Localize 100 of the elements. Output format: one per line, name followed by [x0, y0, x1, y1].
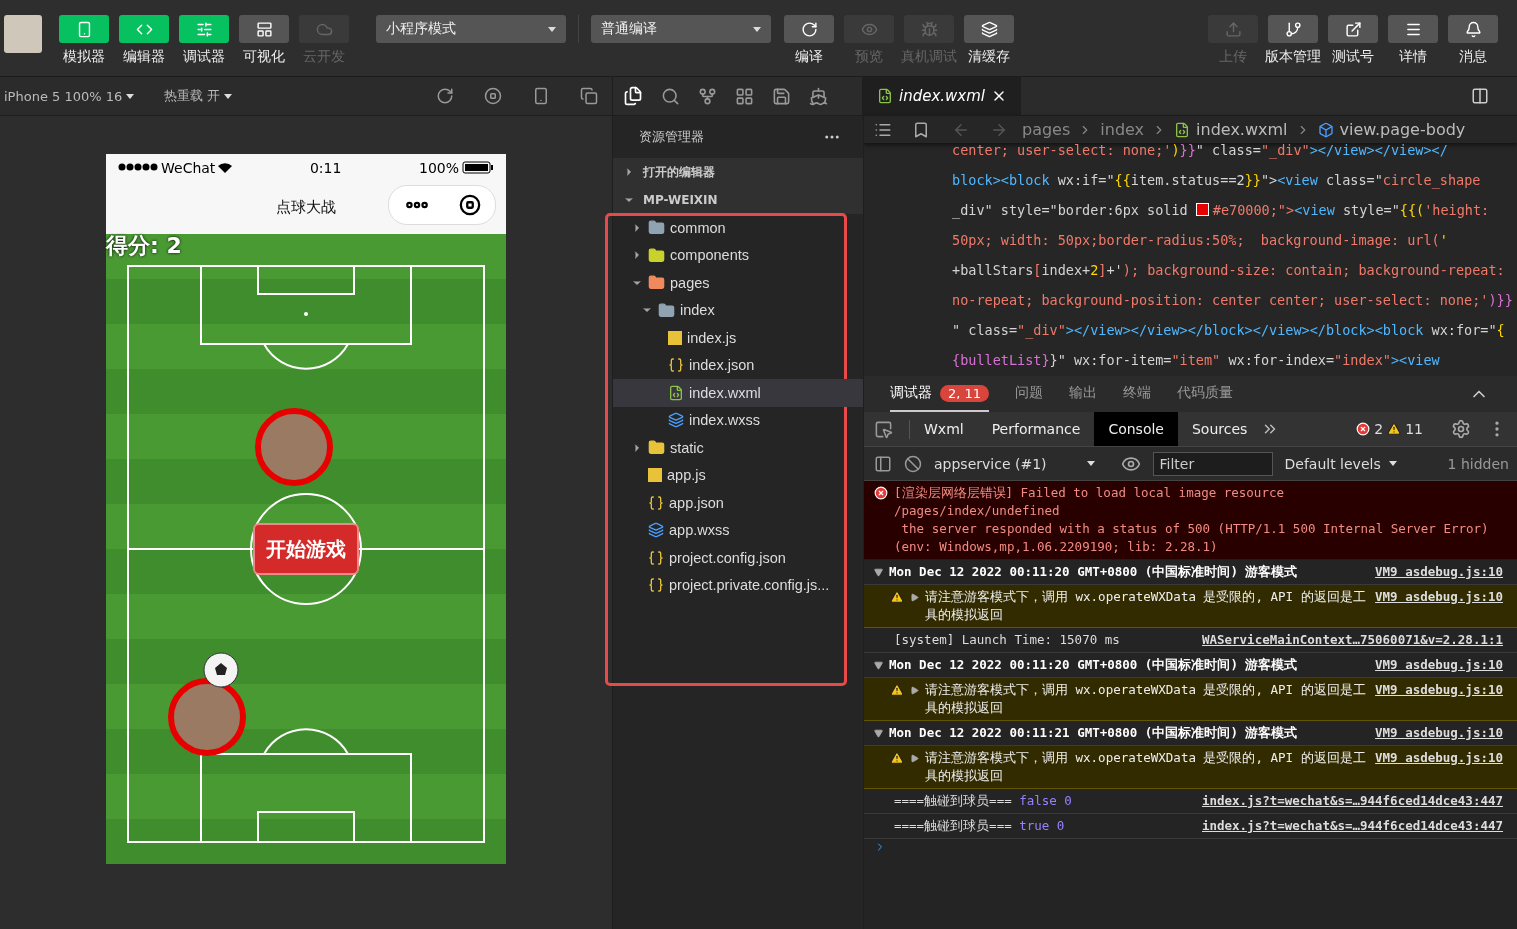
view-toggle-button[interactable]: 模拟器: [54, 15, 114, 66]
breadcrumb-item[interactable]: pages: [1022, 120, 1071, 139]
tree-item[interactable]: common: [613, 214, 863, 242]
source-link[interactable]: VM9 asdebug.js:10: [1375, 563, 1503, 581]
warning-icon: [1387, 422, 1402, 436]
toolbar-button[interactable]: 编译: [779, 15, 839, 66]
warning-icon: [890, 590, 904, 604]
code-line: " class="_div"></view></view></block></view></block><block wx:for="{: [952, 321, 1506, 341]
code-line: +ballStars[index+2]+'); background-size: contain; background-repeat:: [952, 261, 1506, 280]
tree-item[interactable]: app.wxss: [613, 516, 863, 544]
view-toggle-button[interactable]: 编辑器: [114, 15, 174, 66]
source-link[interactable]: VM9 asdebug.js:10: [1375, 656, 1503, 674]
toolbar-button[interactable]: 消息: [1443, 15, 1503, 66]
error-icon: [874, 486, 888, 500]
warning-icon: [890, 751, 904, 765]
code-file-icon: [1174, 121, 1191, 138]
device-select[interactable]: iPhone 5 100% 16: [4, 88, 135, 104]
settings-icon[interactable]: [1451, 419, 1471, 439]
ship-icon[interactable]: [809, 86, 828, 106]
compile-select[interactable]: 普通编译: [591, 15, 771, 43]
start-game-button[interactable]: 开始游戏: [253, 523, 359, 575]
view-toggle-button[interactable]: 调试器: [174, 15, 234, 66]
tree-item[interactable]: index.wxml: [613, 379, 863, 407]
mode-select[interactable]: 小程序模式: [376, 15, 566, 43]
expand-triangle-icon[interactable]: [910, 754, 919, 763]
console-message: [system] Launch Time: 15070 ms: [894, 631, 1121, 649]
context-select[interactable]: appservice (#1): [934, 455, 1095, 472]
tree-item[interactable]: app.js: [613, 461, 863, 489]
tree-item[interactable]: index.js: [613, 324, 863, 352]
battery-text: 100%: [418, 159, 459, 176]
toolbar-button[interactable]: 测试号: [1323, 15, 1383, 66]
caret-icon: [548, 26, 556, 32]
tree-item[interactable]: index: [613, 296, 863, 324]
source-link[interactable]: index.js?t=wechat&s=…944f6ced14dce43:447: [1201, 792, 1503, 810]
panel-tab[interactable]: 问题: [1015, 376, 1044, 412]
code-line: _div" style="border:6px solid #e70000;"><view style="{{('height:: [952, 201, 1491, 221]
tree-item[interactable]: app.json: [613, 489, 863, 517]
stop-icon[interactable]: [484, 87, 502, 105]
split-view-icon[interactable]: [1471, 87, 1489, 105]
filter-field[interactable]: Filter: [1152, 451, 1273, 476]
console-message: ====触碰到球员=== false 0: [894, 792, 1073, 810]
breadcrumb-item[interactable]: index: [1100, 120, 1145, 139]
hot-reload-toggle[interactable]: 热重载 开: [164, 87, 233, 105]
warning-icon: [890, 683, 904, 697]
collapse-triangle-icon[interactable]: [874, 661, 883, 670]
explorer-section[interactable]: MP-WEIXIN: [613, 186, 863, 214]
toolbar-button[interactable]: 清缓存: [959, 15, 1019, 66]
tree-item[interactable]: index.wxss: [613, 406, 863, 434]
devtools-tab[interactable]: Performance: [977, 412, 1095, 446]
console-message: Mon Dec 12 2022 00:11:21 GMT+0800 (中国标准时间) 游客模式: [889, 724, 1299, 742]
error-icon: [1356, 422, 1371, 436]
search-icon[interactable]: [661, 86, 680, 106]
breadcrumb-item[interactable]: view.page-body: [1317, 120, 1466, 139]
source-link[interactable]: WAServiceMainContext…75060071&v=2.28.1:1: [1201, 631, 1503, 649]
view-toggle-button[interactable]: 可视化: [234, 15, 294, 66]
branch-icon[interactable]: [698, 86, 717, 106]
levels-select[interactable]: Default levels: [1284, 455, 1397, 472]
capsule-menu[interactable]: [388, 185, 496, 225]
breadcrumb-item[interactable]: index.wxml: [1174, 120, 1288, 139]
expand-triangle-icon[interactable]: [910, 593, 919, 602]
tree-item[interactable]: index.json: [613, 351, 863, 379]
source-link[interactable]: index.js?t=wechat&s=…944f6ced14dce43:447: [1201, 817, 1503, 835]
source-link[interactable]: VM9 asdebug.js:10: [1375, 681, 1503, 699]
tree-item[interactable]: pages: [613, 269, 863, 297]
phone-icon[interactable]: [532, 87, 550, 105]
panel-tab[interactable]: 终端: [1123, 376, 1152, 412]
caret-icon: [753, 26, 761, 32]
devtools-tab[interactable]: Wxml: [910, 412, 978, 446]
files-icon[interactable]: [623, 86, 643, 106]
close-target-icon[interactable]: [458, 194, 481, 216]
toolbar-button[interactable]: 版本管理: [1263, 15, 1323, 66]
refresh-icon[interactable]: [436, 87, 454, 105]
tree-item[interactable]: components: [613, 241, 863, 269]
soccer-ball-icon: [203, 652, 239, 688]
save-icon[interactable]: [772, 86, 791, 106]
copy-icon[interactable]: [580, 87, 598, 105]
tree-item[interactable]: project.config.json: [613, 544, 863, 572]
tree-item[interactable]: project.private.config.js...: [613, 571, 863, 599]
devtools-tab[interactable]: Console: [1094, 412, 1178, 446]
editor-tab[interactable]: index.wxml: [863, 77, 1021, 115]
clear-console-icon[interactable]: [904, 454, 922, 473]
collapse-triangle-icon[interactable]: [874, 729, 883, 738]
grid-icon[interactable]: [735, 86, 754, 106]
source-link[interactable]: VM9 asdebug.js:10: [1375, 724, 1503, 742]
external-link-icon: [1344, 20, 1362, 38]
console-message: Mon Dec 12 2022 00:11:20 GMT+0800 (中国标准时间) 游客模式: [889, 563, 1299, 581]
panel-tab[interactable]: 代码质量: [1177, 376, 1234, 412]
console-message: 请注意游客模式下，调用 wx.operateWXData 是受限的, API 的返回是工具的模拟返回: [925, 681, 1367, 717]
explorer-section[interactable]: 打开的编辑器: [613, 158, 863, 186]
toolbar-button[interactable]: 详情: [1383, 15, 1443, 66]
tree-item[interactable]: static: [613, 434, 863, 462]
devtools-tab[interactable]: Sources: [1177, 412, 1262, 446]
source-link[interactable]: VM9 asdebug.js:10: [1375, 749, 1503, 767]
bookmark-icon[interactable]: [912, 120, 930, 139]
source-link[interactable]: VM9 asdebug.js:10: [1375, 588, 1503, 606]
expand-triangle-icon[interactable]: [910, 686, 919, 695]
code-line: no-repeat; background-position: center center; user-select: none;')}}: [952, 291, 1514, 310]
panel-tab[interactable]: 输出: [1069, 376, 1098, 412]
sidebar-toggle-icon[interactable]: [874, 454, 892, 473]
collapse-triangle-icon[interactable]: [874, 568, 883, 577]
